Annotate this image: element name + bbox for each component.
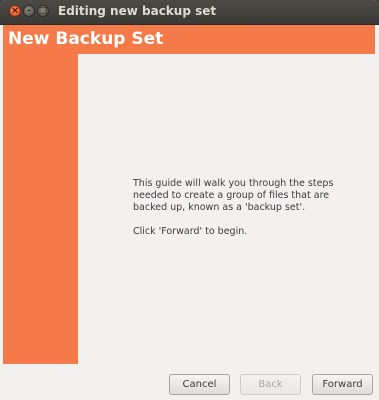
instruction-paragraph: Click 'Forward' to begin. <box>133 226 248 237</box>
minimize-icon[interactable]: – <box>23 5 35 17</box>
sidebar-panel <box>3 54 78 364</box>
title-bar: × – □ Editing new backup set <box>0 0 379 25</box>
page-title: New Backup Set <box>8 29 164 49</box>
header-banner: New Backup Set <box>3 25 375 54</box>
forward-button[interactable]: Forward <box>312 374 373 395</box>
maximize-icon[interactable]: □ <box>37 5 49 17</box>
close-icon[interactable]: × <box>9 5 21 17</box>
intro-paragraph: This guide will walk you through the ste… <box>133 178 334 213</box>
dialog-window: × – □ Editing new backup set New Backup … <box>0 0 379 400</box>
intro-text: This guide will walk you through the ste… <box>133 178 343 238</box>
window-title: Editing new backup set <box>58 4 217 18</box>
back-button[interactable]: Back <box>240 374 301 395</box>
cancel-button[interactable]: Cancel <box>169 374 230 395</box>
